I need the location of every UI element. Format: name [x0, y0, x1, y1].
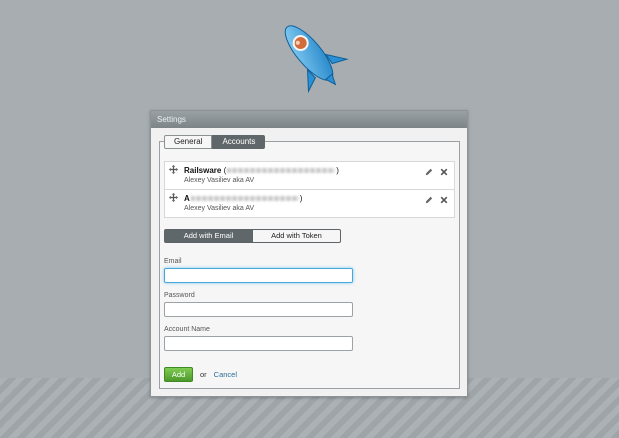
- tab-general[interactable]: General: [164, 135, 213, 149]
- add-with-token-button[interactable]: Add with Token: [253, 229, 341, 243]
- close-icon[interactable]: [440, 196, 448, 204]
- panel-title: Settings: [151, 111, 467, 128]
- add-with-email-button[interactable]: Add with Email: [164, 229, 253, 243]
- rocket-logo-icon: [284, 25, 349, 94]
- tab-accounts[interactable]: Accounts: [212, 135, 266, 149]
- account-subtitle: Alexey Vasiliev aka AV: [184, 177, 255, 184]
- account-subtitle: Alexey Vasiliev aka AV: [184, 205, 255, 212]
- cancel-link[interactable]: Cancel: [214, 370, 237, 379]
- password-label: Password: [164, 292, 195, 299]
- drag-handle-icon[interactable]: [169, 165, 178, 174]
- account-title: Railsware: [184, 166, 222, 175]
- or-text: or: [200, 370, 207, 379]
- pencil-icon[interactable]: [425, 168, 433, 176]
- account-title: A: [184, 194, 190, 203]
- auth-method-toggle: Add with Email Add with Token: [164, 229, 341, 243]
- drag-handle-icon[interactable]: [169, 193, 178, 202]
- form-actions: Add or Cancel: [164, 367, 237, 382]
- account-name-label: Account Name: [164, 326, 210, 333]
- email-close-paren: ): [299, 194, 303, 203]
- pencil-icon[interactable]: [425, 196, 433, 204]
- add-button[interactable]: Add: [164, 367, 193, 382]
- account-name-field[interactable]: [164, 336, 353, 351]
- account-row[interactable]: Railsware () Alexey Vasiliev aka AV: [164, 161, 455, 190]
- account-name: Railsware (): [184, 166, 339, 175]
- email-field[interactable]: [164, 268, 353, 283]
- account-name: A): [184, 194, 302, 203]
- settings-panel: Settings General Accounts Railsware () A…: [150, 110, 468, 397]
- account-row[interactable]: A) Alexey Vasiliev aka AV: [164, 189, 455, 218]
- redacted-email: [190, 196, 299, 202]
- redacted-email: [227, 168, 336, 174]
- close-icon[interactable]: [440, 168, 448, 176]
- password-field[interactable]: [164, 302, 353, 317]
- email-open-paren: (: [223, 166, 227, 175]
- tab-bar: General Accounts: [164, 135, 266, 149]
- email-close-paren: ): [336, 166, 339, 175]
- email-label: Email: [164, 258, 182, 265]
